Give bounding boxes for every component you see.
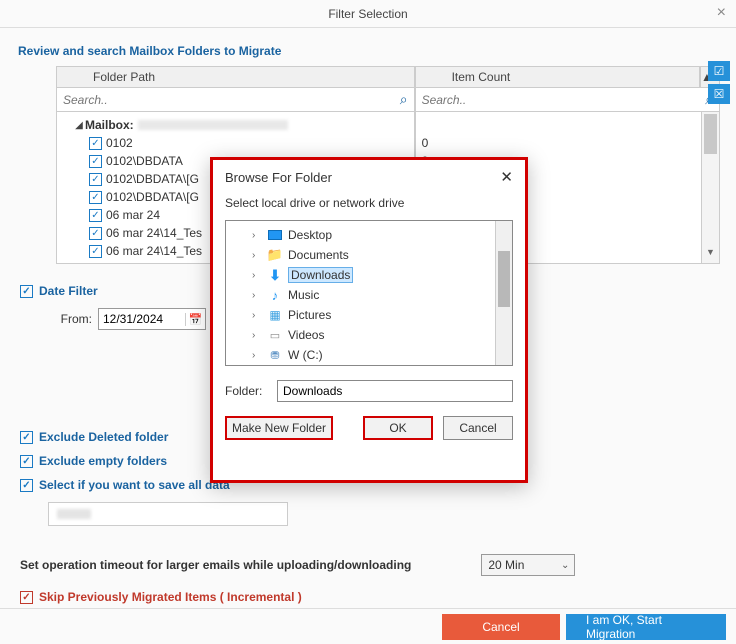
drive-label: Desktop <box>288 228 332 242</box>
drive-item-desktop[interactable]: › Desktop <box>228 225 493 245</box>
checkbox-icon[interactable]: ✓ <box>89 227 102 240</box>
music-icon: ♪ <box>266 288 284 302</box>
dialog-scrollbar[interactable] <box>495 221 512 365</box>
checkbox-icon[interactable]: ✓ <box>89 191 102 204</box>
checkbox-icon[interactable]: ✓ <box>89 209 102 222</box>
checkbox-icon[interactable]: ✓ <box>89 137 102 150</box>
drive-icon: ⛃ <box>266 348 284 362</box>
titlebar: Filter Selection × <box>0 0 736 28</box>
ok-button[interactable]: OK <box>363 416 433 440</box>
dialog-cancel-button[interactable]: Cancel <box>443 416 513 440</box>
folder-label: 0102\DBDATA\[G <box>106 190 199 204</box>
folder-label: 06 mar 24 <box>106 208 160 222</box>
checkbox-icon: ✓ <box>20 431 33 444</box>
mailbox-address-redacted <box>138 120 288 130</box>
folder-icon: 📁 <box>266 248 284 262</box>
dialog-subtitle: Select local drive or network drive <box>213 190 525 220</box>
drive-label: Downloads <box>288 267 353 283</box>
dialog-titlebar: Browse For Folder ✕ <box>213 160 525 190</box>
search-count-input[interactable] <box>416 91 719 109</box>
drive-tree[interactable]: ›Desktop›📁Documents›⬇Downloads›♪Music›▦P… <box>225 220 513 366</box>
checkbox-icon[interactable]: ✓ <box>89 173 102 186</box>
cancel-button[interactable]: Cancel <box>442 614 560 640</box>
expand-icon[interactable]: › <box>252 250 266 261</box>
dialog-close-icon[interactable]: ✕ <box>500 168 513 186</box>
drive-item-w-c-[interactable]: ›⛃ W (C:) <box>228 345 493 365</box>
folder-label: 0102\DBDATA <box>106 154 183 168</box>
timeout-row: Set operation timeout for larger emails … <box>20 554 720 576</box>
scrollbar-thumb[interactable] <box>498 251 510 307</box>
save-path-box[interactable] <box>48 502 288 526</box>
timeout-select[interactable]: 20 Min ⌄ <box>481 554 575 576</box>
folder-label: 06 mar 24\14_Tes <box>106 244 202 258</box>
expand-icon[interactable]: › <box>252 290 266 301</box>
expand-icon[interactable]: › <box>252 330 266 341</box>
scroll-down-icon[interactable]: ▼ <box>702 247 719 263</box>
make-new-folder-button[interactable]: Make New Folder <box>225 416 333 440</box>
expand-icon[interactable]: › <box>252 230 266 241</box>
checkbox-icon[interactable]: ✓ <box>89 263 102 265</box>
checkbox-icon: ✓ <box>20 285 33 298</box>
drive-label: Pictures <box>288 308 331 322</box>
browse-folder-dialog: Browse For Folder ✕ Select local drive o… <box>210 157 528 483</box>
from-label: From: <box>50 312 92 326</box>
start-migration-button[interactable]: I am OK, Start Migration <box>566 614 726 640</box>
column-header-count[interactable]: Item Count <box>415 66 700 88</box>
date-from-input[interactable]: 📅 <box>98 308 206 330</box>
folder-name-input[interactable] <box>277 380 513 402</box>
mailbox-row[interactable]: ◢ Mailbox: <box>61 116 410 134</box>
search-path[interactable]: ⌕ <box>56 88 415 112</box>
drive-label: W (C:) <box>288 348 323 362</box>
vertical-scrollbar[interactable]: ▼ <box>702 112 720 264</box>
down-icon: ⬇ <box>266 268 284 282</box>
checkbox-icon[interactable]: ✓ <box>89 155 102 168</box>
drive-item-pictures[interactable]: ›▦ Pictures <box>228 305 493 325</box>
search-count[interactable]: ⌕ <box>415 88 720 112</box>
checkbox-icon: ✓ <box>20 455 33 468</box>
drive-label: Documents <box>288 248 349 262</box>
folder-label: 0102\DBDATA\[G <box>106 172 199 186</box>
drive-item-videos[interactable]: ›▭ Videos <box>228 325 493 345</box>
window-title: Filter Selection <box>328 7 407 21</box>
folder-label: 0102 <box>106 136 133 150</box>
date-from-field[interactable] <box>99 312 185 326</box>
expand-icon[interactable]: › <box>252 350 266 361</box>
deselect-all-button[interactable]: ☒ <box>708 84 730 104</box>
desktop-icon <box>266 228 284 242</box>
vid-icon: ▭ <box>266 328 284 342</box>
chevron-down-icon[interactable]: ⌄ <box>561 560 569 571</box>
count-value: 0 <box>422 134 697 152</box>
folder-input-row: Folder: <box>225 380 513 402</box>
folder-label: 06 mar 24\14_Tes <box>106 226 202 240</box>
footer: Cancel I am OK, Start Migration <box>0 608 736 644</box>
select-all-button[interactable]: ☑ <box>708 61 730 81</box>
table-row[interactable]: ✓ 0102 <box>61 134 410 152</box>
search-icon[interactable]: ⌕ <box>400 91 408 108</box>
checkbox-icon: ✓ <box>20 479 33 492</box>
column-header-path[interactable]: Folder Path <box>56 66 415 88</box>
scrollbar-thumb[interactable] <box>704 114 717 154</box>
expand-icon[interactable]: › <box>252 310 266 321</box>
skip-previous-checkbox[interactable]: ✓ Skip Previously Migrated Items ( Incre… <box>20 590 720 604</box>
dialog-title: Browse For Folder <box>225 170 332 185</box>
expand-icon[interactable]: › <box>252 270 266 281</box>
drive-label: Videos <box>288 328 324 342</box>
caret-icon[interactable]: ◢ <box>73 120 85 131</box>
drive-label: Music <box>288 288 319 302</box>
drive-item-downloads[interactable]: ›⬇ Downloads <box>228 265 493 285</box>
section-heading: Review and search Mailbox Folders to Mig… <box>18 44 720 58</box>
pic-icon: ▦ <box>266 308 284 322</box>
save-path-redacted <box>57 509 91 519</box>
search-path-input[interactable] <box>57 91 414 109</box>
folder-label: 06 mar 24\14_Tes <box>106 262 202 264</box>
drive-item-music[interactable]: ›♪ Music <box>228 285 493 305</box>
checkbox-icon: ✓ <box>20 591 33 604</box>
checkbox-icon[interactable]: ✓ <box>89 245 102 258</box>
calendar-icon[interactable]: 📅 <box>185 313 205 326</box>
close-icon[interactable]: × <box>717 4 726 22</box>
drive-item-documents[interactable]: ›📁 Documents <box>228 245 493 265</box>
